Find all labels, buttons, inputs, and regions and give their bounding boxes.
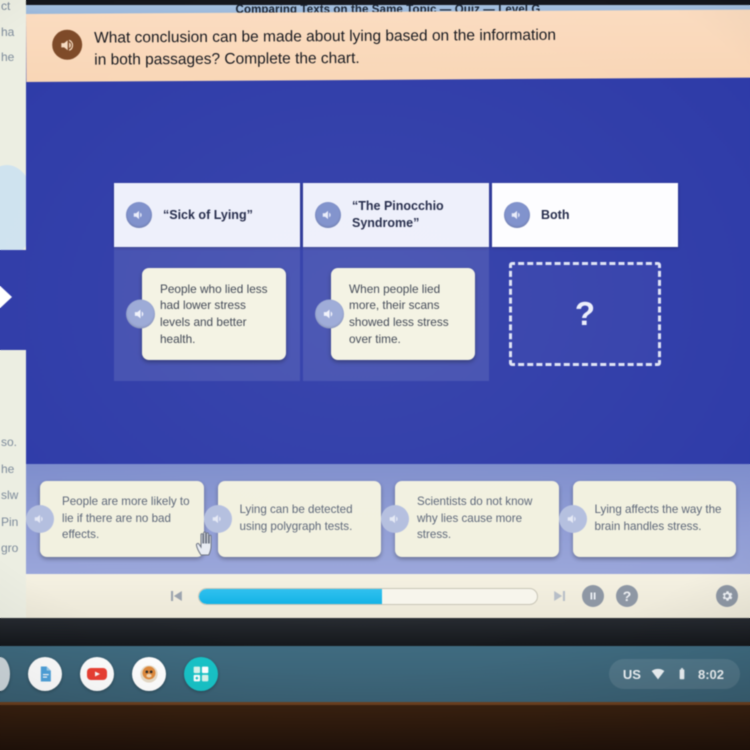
fact-card-text: When people lied more, their scans showe… [349, 281, 449, 346]
gear-icon[interactable] [716, 585, 738, 607]
chart-column-2: “The Pinocchio Syndrome” When people lie… [303, 183, 489, 381]
answer-bank: People are more likely to lie if there a… [26, 464, 750, 574]
speaker-icon[interactable] [315, 299, 344, 329]
fact-card[interactable]: When people lied more, their scans showe… [315, 268, 475, 360]
speaker-icon[interactable] [315, 202, 341, 228]
answer-option[interactable]: Scientists do not know why lies cause mo… [381, 481, 559, 557]
column-body-1: People who lied less had lower stress le… [114, 247, 300, 381]
column-body-2: When people lied more, their scans showe… [303, 247, 489, 381]
previous-page-arrow[interactable] [0, 282, 12, 312]
fact-card-text: People who lied less had lower stress le… [160, 281, 268, 346]
speaker-icon[interactable] [52, 29, 83, 60]
question-text: What conclusion can be made about lying … [94, 26, 557, 70]
clock-label: 8:02 [697, 666, 724, 682]
answer-option-text: Lying affects the way the brain handles … [594, 503, 722, 533]
speaker-icon[interactable] [203, 505, 232, 533]
passage-fragment: he [1, 50, 15, 65]
pause-button[interactable] [582, 585, 604, 607]
passage-fragment: slw [1, 488, 19, 503]
battery-icon [675, 667, 689, 681]
comparison-chart: “Sick of Lying” People who lied less had… [114, 183, 680, 381]
laptop-edge [0, 702, 750, 705]
column-title: “The Pinocchio Syndrome” [352, 199, 444, 230]
passage-fragment: Pin [1, 514, 19, 529]
answer-option[interactable]: Lying affects the way the brain handles … [558, 481, 736, 557]
answer-option[interactable]: Lying can be detected using polygraph te… [203, 481, 381, 557]
chromebook-shelf: US 8:02 [0, 646, 750, 702]
speaker-icon[interactable] [26, 505, 54, 533]
docs-app-icon[interactable] [28, 657, 62, 691]
passage-fragment: ct [1, 0, 11, 13]
speaker-icon[interactable] [381, 505, 409, 533]
screen-bezel [0, 618, 750, 646]
passage-fragment: so. [1, 435, 18, 449]
answer-dropzone[interactable]: ? [509, 262, 661, 366]
keyboard-layout-label: US [622, 666, 641, 682]
fact-card[interactable]: People who lied less had lower stress le… [126, 268, 286, 360]
chart-column-3: Both ? [492, 183, 678, 381]
passage-fragment: gro [1, 541, 19, 556]
passage-fragment: he [1, 461, 15, 476]
speaker-icon[interactable] [126, 299, 155, 329]
answer-option[interactable]: People are more likely to lie if there a… [26, 481, 204, 557]
help-button[interactable]: ? [616, 585, 638, 607]
speaker-icon[interactable] [126, 202, 152, 228]
column-title: “Sick of Lying” [163, 207, 253, 222]
skip-previous-icon[interactable] [166, 586, 186, 606]
question-banner: What conclusion can be made about lying … [26, 9, 750, 82]
youtube-app-icon[interactable] [80, 657, 114, 691]
passage-fragment: ha [1, 24, 15, 39]
passage-text-top: ct ha he [0, 0, 14, 77]
answer-option-text: People are more likely to lie if there a… [62, 494, 190, 542]
passage-illustration [0, 165, 26, 257]
progress-fill [199, 588, 382, 604]
desk-surface [0, 702, 750, 750]
shelf-app-list [0, 657, 218, 691]
chart-column-1: “Sick of Lying” People who lied less had… [114, 183, 300, 381]
education-app-icon[interactable] [184, 657, 218, 691]
quiz-window: Comparing Texts on the Same Topic — Quiz… [26, 0, 750, 618]
column-header-2[interactable]: “The Pinocchio Syndrome” [303, 183, 489, 247]
answer-option-text: Lying can be detected using polygraph te… [239, 503, 353, 533]
answer-option-text: Scientists do not know why lies cause mo… [417, 494, 533, 542]
skip-next-icon[interactable] [550, 586, 570, 606]
passage-text-bottom: so. he slw Pin gro [0, 436, 18, 569]
column-body-3: ? [492, 247, 678, 381]
progress-bar[interactable] [198, 587, 538, 605]
photo-of-screen: ct ha he so. he slw Pin gro Comparing Te… [0, 0, 750, 750]
column-title: Both [541, 207, 570, 222]
speaker-icon[interactable] [558, 505, 587, 533]
column-header-1[interactable]: “Sick of Lying” [114, 183, 300, 247]
player-toolbar: ? [26, 574, 750, 618]
speaker-icon[interactable] [504, 202, 530, 228]
profile-app-icon[interactable] [132, 657, 166, 691]
shelf-app-partial[interactable] [0, 657, 10, 691]
column-header-3[interactable]: Both [492, 183, 678, 247]
wifi-icon [650, 666, 666, 682]
system-tray[interactable]: US 8:02 [608, 659, 740, 689]
